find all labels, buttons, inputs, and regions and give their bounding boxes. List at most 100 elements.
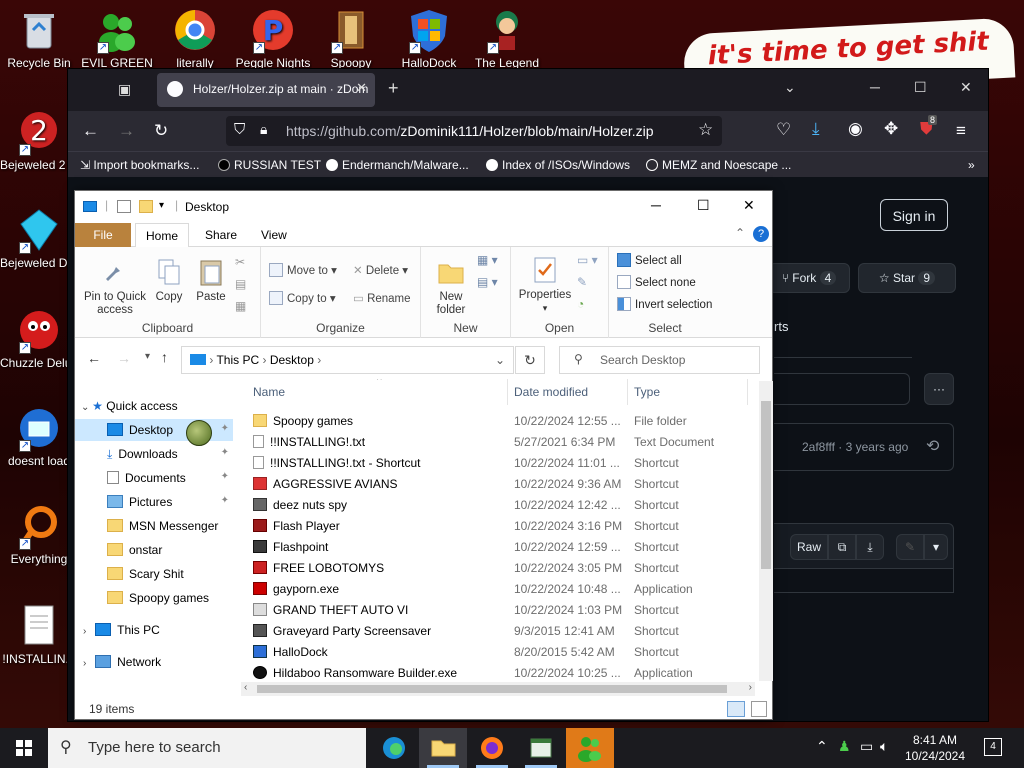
properties-quick-icon[interactable] <box>117 200 131 213</box>
column-type[interactable]: Type <box>634 385 660 399</box>
browser-tab-active[interactable]: Holzer/Holzer.zip at main · zDom ✕ <box>157 73 375 107</box>
volume-icon[interactable]: 🔈︎ <box>880 738 888 755</box>
move-to-button[interactable]: Move to ▾ <box>269 263 337 277</box>
copy-button[interactable]: Copy <box>151 257 187 304</box>
pin-icon[interactable]: ✦ <box>221 471 229 482</box>
desktop-icon-hallodock[interactable]: ↗ HalloDock <box>390 6 468 70</box>
edit-icon[interactable]: ✎ <box>577 275 587 289</box>
reload-button[interactable]: ↻ <box>154 121 168 141</box>
file-row[interactable]: Graveyard Party Screensaver 9/3/2015 12:4… <box>241 621 761 642</box>
desktop-icon-evil-green[interactable]: ↗ EVIL GREEN <box>78 6 156 70</box>
recent-locations-icon[interactable]: ▾ <box>145 351 150 362</box>
invert-selection-button[interactable]: Invert selection <box>617 297 712 311</box>
tab-share[interactable]: Share <box>195 223 247 247</box>
vertical-scroll-thumb[interactable] <box>761 401 771 569</box>
cut-icon[interactable]: ✂ <box>235 255 245 269</box>
copy-path-icon[interactable]: ▤ <box>235 277 246 291</box>
star-button[interactable]: ☆ Star 9 <box>858 263 956 293</box>
paste-shortcut-icon[interactable]: ▦ <box>235 299 246 313</box>
search-input[interactable]: ⚲ Search Desktop <box>559 346 760 374</box>
file-row[interactable]: FREE LOBOTOMYS 10/22/2024 3:05 PM Shortcut <box>241 558 761 579</box>
pin-icon[interactable]: ✦ <box>221 447 229 458</box>
nav-spoopy-games[interactable]: Spoopy games <box>75 587 233 609</box>
column-divider[interactable] <box>507 379 508 405</box>
history-icon[interactable]: ◔ <box>577 297 584 311</box>
file-row[interactable]: Flashpoint 10/22/2024 12:59 ... Shortcut <box>241 537 761 558</box>
column-divider[interactable] <box>627 379 628 405</box>
easy-access-icon[interactable]: ▤ ▾ <box>477 275 498 289</box>
network-tray-icon[interactable]: ▭ <box>860 738 873 755</box>
bookmark-endermanch[interactable]: Endermanch/Malware... <box>326 158 469 172</box>
nav-documents[interactable]: Documents ✦ <box>75 467 233 489</box>
lock-icon[interactable]: 🔒︎ <box>260 121 267 138</box>
taskbar-firefox[interactable] <box>468 728 516 768</box>
desktop-icon-peggle[interactable]: P ↗ Peggle Nights <box>234 6 312 70</box>
browser-maximize-button[interactable]: ☐ <box>914 79 927 96</box>
extensions-icon[interactable]: ✥ <box>884 119 898 139</box>
clock[interactable]: 8:41 AM 10/24/2024 <box>900 732 970 764</box>
column-divider[interactable] <box>747 379 748 405</box>
address-bar[interactable]: › This PC › Desktop › ⌄ <box>181 346 514 374</box>
select-none-button[interactable]: Select none <box>617 275 696 289</box>
back-button[interactable]: ← <box>82 121 99 141</box>
tab-file[interactable]: File <box>75 223 131 247</box>
forward-button[interactable]: → <box>118 121 135 141</box>
downloads-icon[interactable]: ⤓ <box>812 119 820 139</box>
help-icon[interactable]: ? <box>753 226 769 242</box>
taskbar-file-explorer[interactable] <box>419 728 467 768</box>
notifications-icon[interactable]: 4 <box>984 738 1002 756</box>
nav-onstar[interactable]: onstar <box>75 539 233 561</box>
column-date-modified[interactable]: Date modified <box>514 385 588 399</box>
raw-button[interactable]: Raw <box>790 534 828 560</box>
url-bar[interactable]: ⛉ 🔒︎ https://github.com/zDominik111/Holz… <box>226 116 722 146</box>
file-row[interactable]: Spoopy games 10/22/2024 12:55 ... File fol… <box>241 411 761 432</box>
desktop-icon-chrome[interactable]: literally <box>156 6 234 70</box>
bookmarks-overflow-icon[interactable]: » <box>968 158 975 172</box>
list-all-tabs-icon[interactable]: ⌄ <box>784 79 796 96</box>
account-icon[interactable]: ◉ <box>848 119 863 139</box>
open-icon[interactable]: ▭ ▾ <box>577 253 598 267</box>
pin-quick-access-button[interactable]: Pin to Quick access <box>81 257 149 317</box>
refresh-button[interactable]: ↻ <box>515 346 545 374</box>
taskbar-notepad[interactable] <box>517 728 565 768</box>
commit-info[interactable]: 2af8fff · 3 years ago <box>802 440 908 454</box>
properties-button[interactable]: Properties ▾ <box>513 255 577 315</box>
bookmark-import[interactable]: ⇲ Import bookmarks... <box>80 158 199 172</box>
taskbar-edge[interactable] <box>370 728 418 768</box>
file-row[interactable]: HalloDock 8/20/2015 5:42 AM Shortcut <box>241 642 761 663</box>
file-row[interactable]: deez nuts spy 10/22/2024 12:42 ... Shortcu… <box>241 495 761 516</box>
file-row[interactable]: !!INSTALLING!.txt - Shortcut 10/22/2024 1… <box>241 453 761 474</box>
column-name[interactable]: Name <box>253 385 285 399</box>
start-button[interactable] <box>0 728 48 768</box>
file-row[interactable]: AGGRESSIVE AVIANS 10/22/2024 9:36 AM Short… <box>241 474 761 495</box>
breadcrumb-this-pc[interactable]: This PC <box>216 353 259 367</box>
nav-scary-shit[interactable]: Scary Shit <box>75 563 233 585</box>
vertical-scrollbar[interactable] <box>759 381 773 681</box>
file-row[interactable]: gayporn.exe 10/22/2024 10:48 ... Applicati… <box>241 579 761 600</box>
tab-home[interactable]: Home <box>135 223 190 248</box>
nav-this-pc[interactable]: › This PC <box>75 619 233 641</box>
msn-tray-icon[interactable]: ♟ <box>838 738 851 755</box>
desktop-icon-spoopy[interactable]: ↗ Spoopy <box>312 6 390 70</box>
new-folder-quick-icon[interactable] <box>139 200 153 213</box>
tab-close-icon[interactable]: ✕ <box>356 80 367 96</box>
browser-minimize-button[interactable]: ─ <box>870 79 880 95</box>
tab-list-icon[interactable]: ▣ <box>118 81 131 98</box>
horizontal-scroll-thumb[interactable] <box>257 685 727 693</box>
file-row[interactable]: Hildaboo Ransomware Builder.exe 10/22/202… <box>241 663 761 684</box>
ublock-icon[interactable]: ⛊ 8 <box>920 115 938 139</box>
history-icon[interactable]: ⟲ <box>926 436 939 456</box>
sign-in-button[interactable]: Sign in <box>880 199 948 231</box>
pin-icon[interactable]: ✦ <box>221 495 229 506</box>
nav-downloads[interactable]: ⤓ Downloads ✦ <box>75 443 233 465</box>
large-icons-view-icon[interactable] <box>751 701 767 717</box>
download-icon[interactable]: ⤓ <box>856 534 884 560</box>
more-options-button[interactable]: ··· <box>924 373 954 405</box>
customize-quick-access-icon[interactable]: ▾ <box>159 200 164 211</box>
shield-icon[interactable]: ⛉ <box>234 121 245 138</box>
nav-network[interactable]: › Network <box>75 651 233 673</box>
scroll-right-icon[interactable]: › <box>749 682 752 693</box>
nav-quick-access[interactable]: ⌄ ★ Quick access <box>75 395 233 417</box>
delete-button[interactable]: ✕ Delete ▾ <box>353 263 408 277</box>
forward-arrow-icon[interactable]: → <box>117 350 131 366</box>
